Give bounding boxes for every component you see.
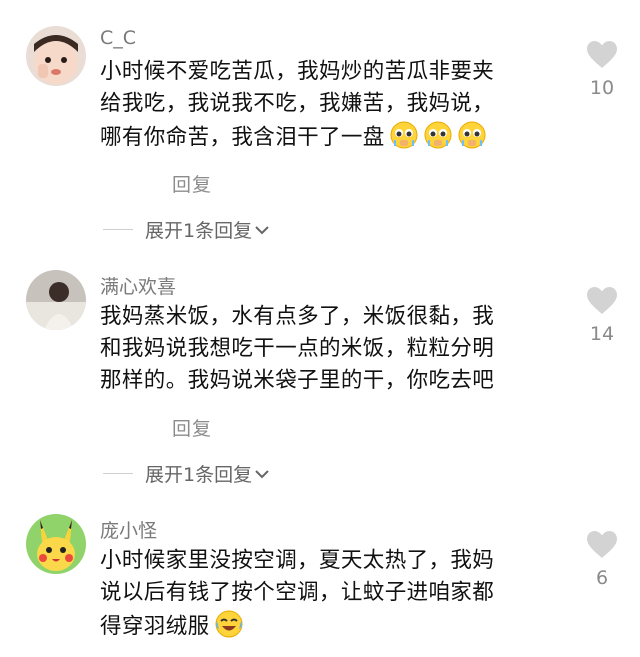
avatar[interactable] (26, 270, 86, 330)
comment-line: 小时候家里没按空调，夏天太热了，我妈 (100, 548, 495, 573)
comment-text: 我妈蒸米饭，水有点多了，米饭很黏，我 和我妈说我想吃干一点的米饭，粒粒分明 那样… (100, 301, 560, 397)
comment-line: 和我妈说我想吃干一点的米饭，粒粒分明 (100, 336, 495, 361)
chevron-down-icon (254, 219, 270, 241)
username[interactable]: C_C (100, 27, 136, 49)
like-button[interactable]: 10 (580, 40, 624, 99)
crying-pleading-emoji-icon (389, 120, 419, 160)
comment-line: 给我吃，我说我不吃，我嫌苦，我妈说， (100, 91, 495, 116)
comment-line: 得穿羽绒服 (100, 609, 560, 649)
comment-text: 小时候不爱吃苦瓜，我妈炒的苦瓜非要夹 给我吃，我说我不吃，我嫌苦，我妈说， 哪有… (100, 56, 560, 160)
crying-pleading-emoji-icon (457, 120, 487, 160)
comment-line: 那样的。我妈说米袋子里的干，你吃去吧 (100, 368, 495, 393)
like-count: 14 (589, 323, 615, 345)
username[interactable]: 庞小怪 (100, 516, 157, 543)
username[interactable]: 满心欢喜 (100, 272, 176, 299)
chevron-down-icon (254, 463, 270, 485)
heart-icon (586, 287, 618, 319)
like-button[interactable]: 6 (580, 530, 624, 589)
comment-line: 小时候不爱吃苦瓜，我妈炒的苦瓜非要夹 (100, 59, 495, 84)
like-count: 10 (589, 77, 615, 99)
expand-label: 展开1条回复 (145, 220, 253, 242)
reply-button[interactable]: 回复 (172, 414, 212, 441)
like-button[interactable]: 14 (580, 286, 624, 345)
divider (103, 473, 133, 474)
comment-line: 说以后有钱了按个空调，让蚊子进咱家都 (100, 580, 495, 605)
reply-button[interactable]: 回复 (172, 170, 212, 197)
expand-label: 展开1条回复 (145, 464, 253, 486)
comment-text: 小时候家里没按空调，夏天太热了，我妈 说以后有钱了按个空调，让蚊子进咱家都 得穿… (100, 545, 560, 649)
comment-line: 哪有你命苦，我含泪干了一盘 (100, 120, 560, 160)
expand-replies-button[interactable]: 展开1条回复 (103, 460, 270, 487)
avatar[interactable] (26, 514, 86, 574)
like-count: 6 (595, 567, 609, 589)
heart-icon (586, 41, 618, 73)
avatar[interactable] (26, 26, 86, 86)
crying-pleading-emoji-icon (423, 120, 453, 160)
heart-icon (586, 531, 618, 563)
tears-of-joy-emoji-icon (214, 609, 244, 649)
expand-replies-button[interactable]: 展开1条回复 (103, 216, 270, 243)
divider (103, 229, 133, 230)
comment-line: 我妈蒸米饭，水有点多了，米饭很黏，我 (100, 304, 495, 329)
